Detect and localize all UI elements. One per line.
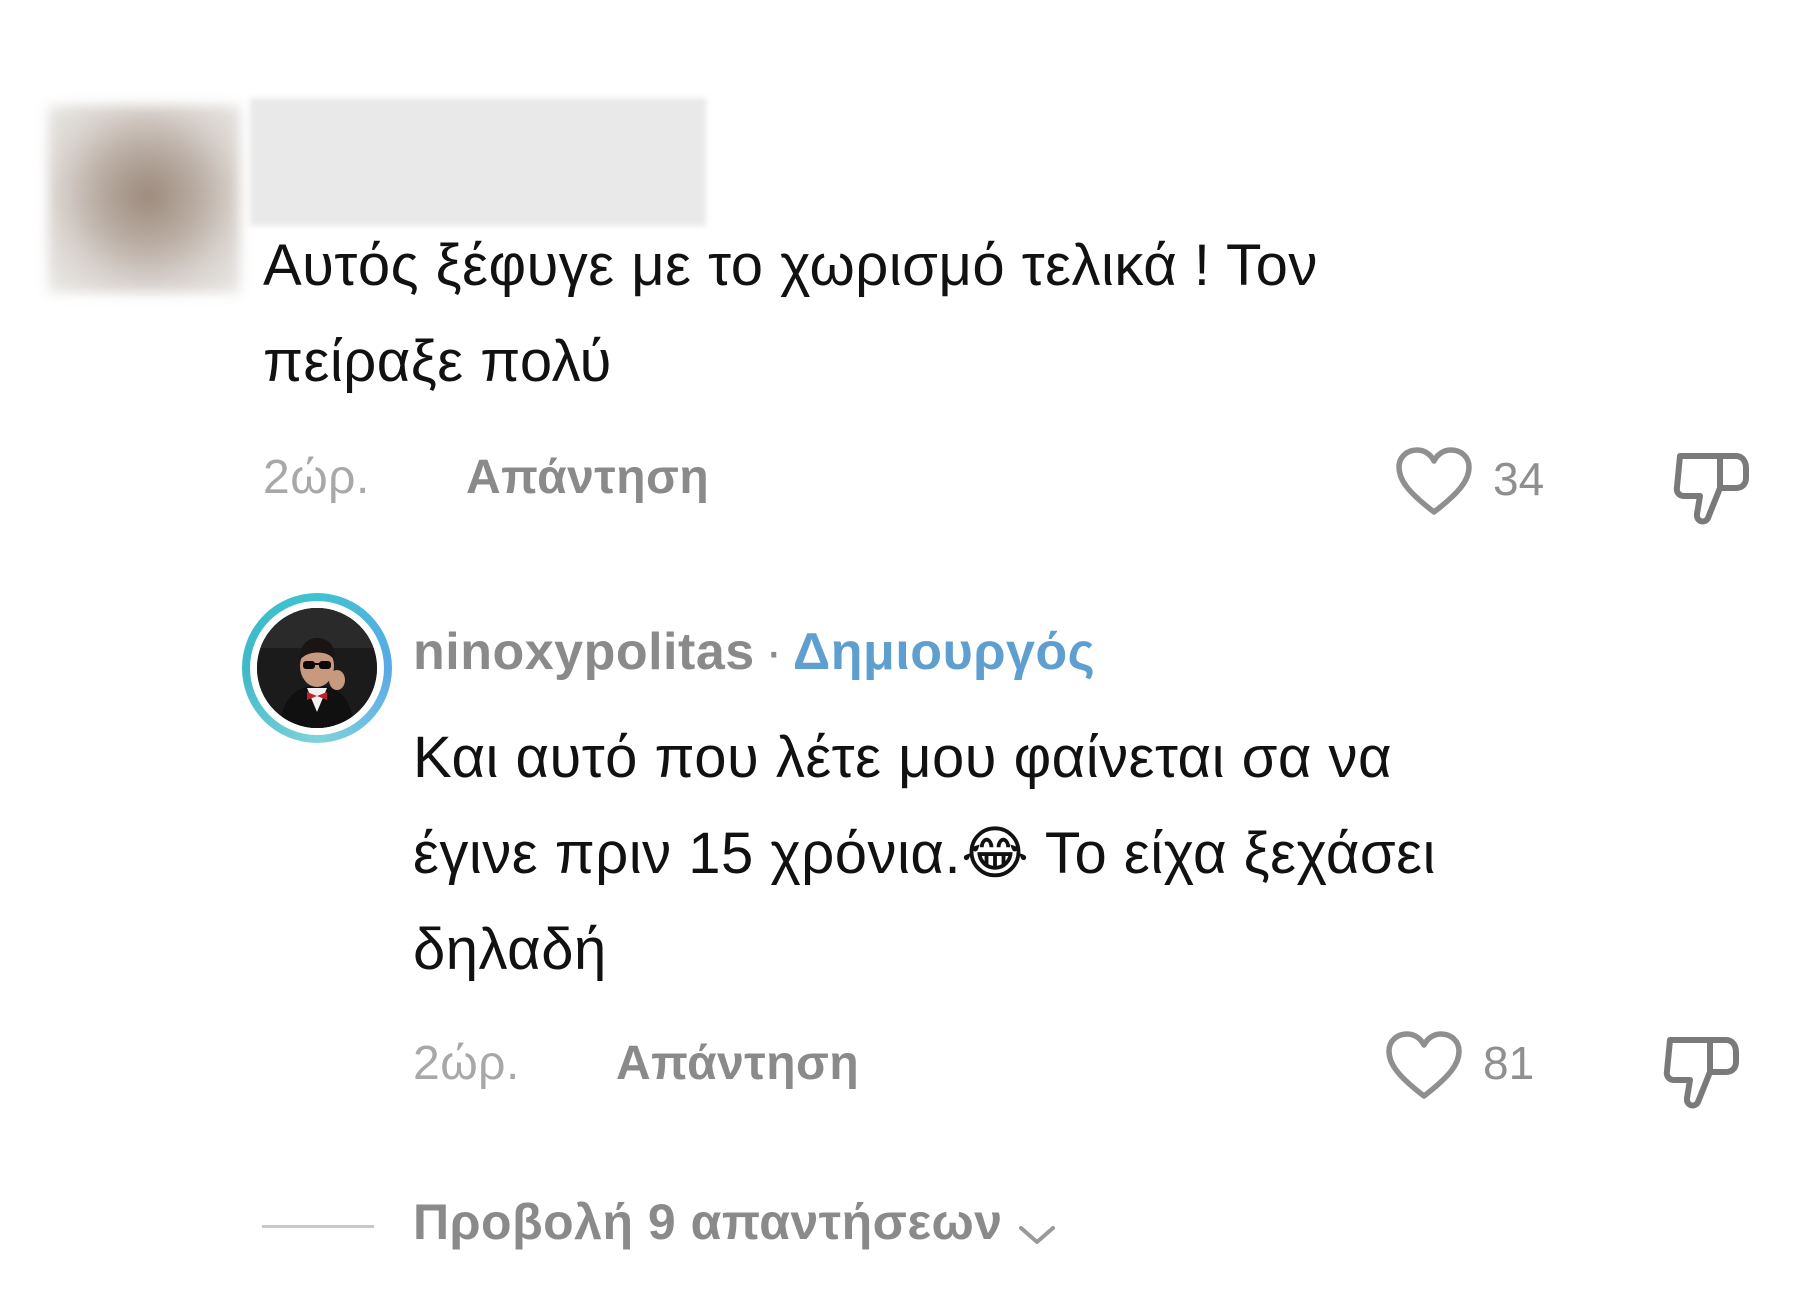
creator-reply-like-count: 81: [1483, 1037, 1535, 1089]
comment-text-line-1: Αυτός ξέφυγε με το χωρισμό τελικά ! Τον: [263, 233, 1318, 298]
creator-avatar[interactable]: [257, 608, 377, 728]
header-separator: ·: [765, 623, 783, 681]
creator-reply-line-1: Και αυτό που λέτε μου φαίνεται σα να: [413, 725, 1393, 790]
creator-reply-line-2-end: Το είχα ξεχάσει: [1029, 821, 1436, 886]
comment-reply-button[interactable]: Απάντηση: [466, 450, 709, 505]
comment-timestamp: 2ώρ.: [263, 451, 370, 504]
thumbs-down-outline-icon: [1673, 453, 1749, 525]
creator-reply-reply-button[interactable]: Απάντηση: [616, 1036, 859, 1091]
commenter-avatar-blurred[interactable]: [48, 105, 240, 293]
commenter-name-blurred[interactable]: [250, 98, 706, 226]
creator-reply-line-3: δηλαδή: [413, 917, 607, 982]
heart-outline-icon: [1386, 1031, 1462, 1099]
comment-text: Αυτός ξέφυγε με το χωρισμό τελικά ! Τον …: [263, 218, 1318, 410]
comment-dislike-button[interactable]: [1672, 444, 1752, 528]
creator-reply-line-2: έγινε πριν 15 χρόνια.😂 Το είχα ξεχάσει: [413, 806, 1436, 902]
heart-outline-icon: [1396, 447, 1472, 515]
creator-header: ninoxypolitas · Δημιουργός: [413, 622, 1095, 682]
creator-reply-dislike-button[interactable]: [1662, 1028, 1742, 1112]
replies-divider-line: [262, 1225, 374, 1228]
comment-like-count: 34: [1493, 453, 1545, 505]
creator-badge: Δημιουργός: [792, 623, 1096, 681]
creator-avatar-photo: [257, 608, 377, 728]
creator-reply-like-button[interactable]: [1384, 1030, 1464, 1102]
creator-username[interactable]: ninoxypolitas: [413, 623, 755, 681]
comment-text-line-2: πείραξε πολύ: [263, 329, 612, 394]
view-replies-label: Προβολή 9 απαντήσεων: [413, 1194, 1003, 1250]
creator-reply-timestamp: 2ώρ.: [413, 1037, 520, 1090]
thumbs-down-outline-icon: [1663, 1037, 1739, 1109]
creator-reply-text: Και αυτό που λέτε μου φαίνεται σα να έγι…: [413, 710, 1436, 998]
view-replies-button[interactable]: Προβολή 9 απαντήσεων: [413, 1193, 1059, 1251]
comment-like-button[interactable]: [1394, 446, 1474, 518]
creator-reply-line-2-start: έγινε πριν 15 χρόνια.: [413, 821, 962, 886]
laughing-emoji-icon: 😂: [961, 821, 1030, 886]
chevron-down-icon: [1019, 1225, 1056, 1244]
